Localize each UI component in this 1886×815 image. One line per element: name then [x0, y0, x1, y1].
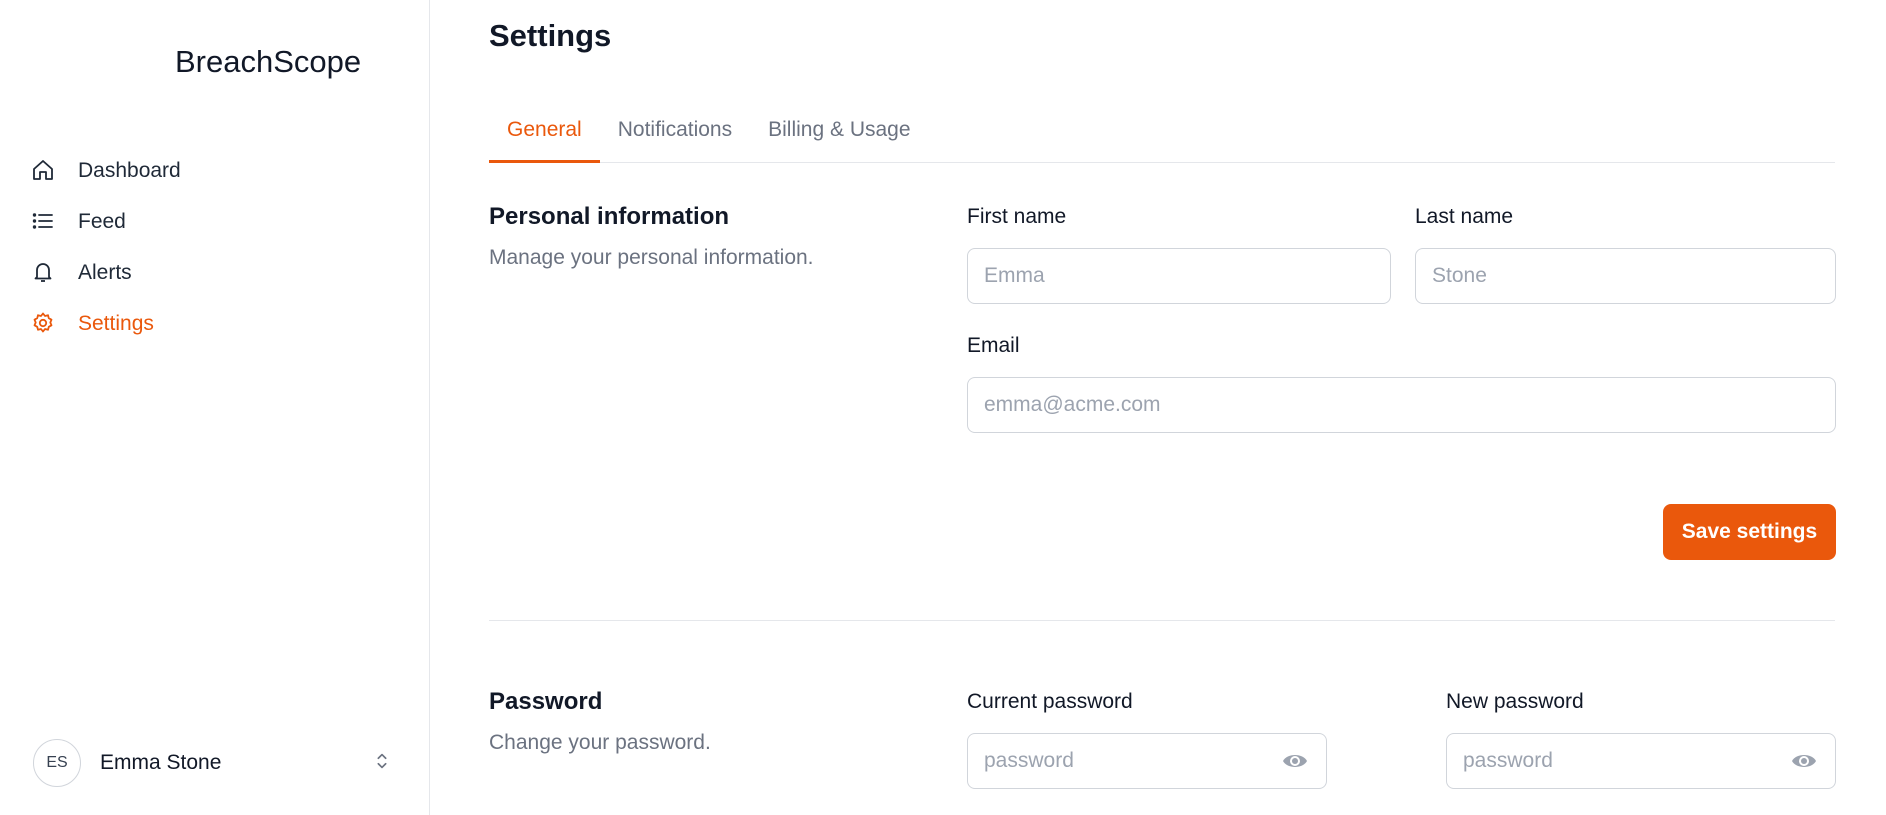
current-password-label: Current password	[967, 690, 1133, 713]
tab-general[interactable]: General	[489, 110, 600, 163]
user-name: Emma Stone	[100, 751, 222, 774]
new-password-wrapper	[1446, 733, 1836, 789]
personal-section-description: Manage your personal information.	[489, 246, 814, 269]
list-icon	[31, 209, 57, 235]
sidebar-nav: Dashboard Feed Alerts Settings	[31, 145, 181, 349]
avatar: ES	[33, 739, 81, 787]
last-name-label: Last name	[1415, 205, 1514, 228]
email-label: Email	[967, 334, 1020, 357]
sidebar-item-settings[interactable]: Settings	[31, 298, 181, 349]
personal-section-title: Personal information	[489, 203, 730, 230]
eye-icon[interactable]	[1790, 748, 1818, 774]
home-icon	[31, 158, 57, 184]
gear-icon	[31, 311, 57, 337]
sidebar-item-feed[interactable]: Feed	[31, 196, 181, 247]
sidebar-item-alerts[interactable]: Alerts	[31, 247, 181, 298]
sidebar-item-label: Settings	[78, 311, 154, 335]
email-field[interactable]	[967, 377, 1836, 433]
current-password-wrapper	[967, 733, 1327, 789]
save-settings-button[interactable]: Save settings	[1663, 504, 1836, 560]
tab-notifications[interactable]: Notifications	[600, 110, 750, 163]
sidebar-item-label: Feed	[78, 209, 126, 233]
current-password-field[interactable]	[967, 733, 1327, 789]
password-section-title: Password	[489, 688, 603, 715]
chevron-up-down-icon	[371, 750, 393, 777]
new-password-field[interactable]	[1446, 733, 1836, 789]
eye-icon[interactable]	[1281, 748, 1309, 774]
sidebar: BreachScope Dashboard Feed Alerts Settin…	[0, 0, 430, 815]
password-section-description: Change your password.	[489, 731, 711, 754]
page-title: Settings	[489, 18, 612, 53]
sidebar-item-label: Dashboard	[78, 158, 181, 182]
new-password-label: New password	[1446, 690, 1584, 713]
settings-tabs: General Notifications Billing & Usage	[489, 110, 1835, 163]
bell-icon	[31, 260, 57, 286]
tab-billing-usage[interactable]: Billing & Usage	[750, 110, 928, 163]
first-name-label: First name	[967, 205, 1067, 228]
sidebar-item-dashboard[interactable]: Dashboard	[31, 145, 181, 196]
app-root: BreachScope Dashboard Feed Alerts Settin…	[0, 0, 1886, 815]
sidebar-item-label: Alerts	[78, 260, 132, 284]
section-divider	[489, 620, 1835, 621]
first-name-field[interactable]	[967, 248, 1391, 304]
main-content: Settings General Notifications Billing &…	[430, 0, 1886, 815]
last-name-field[interactable]	[1415, 248, 1836, 304]
user-menu[interactable]: ES Emma Stone	[33, 739, 393, 787]
